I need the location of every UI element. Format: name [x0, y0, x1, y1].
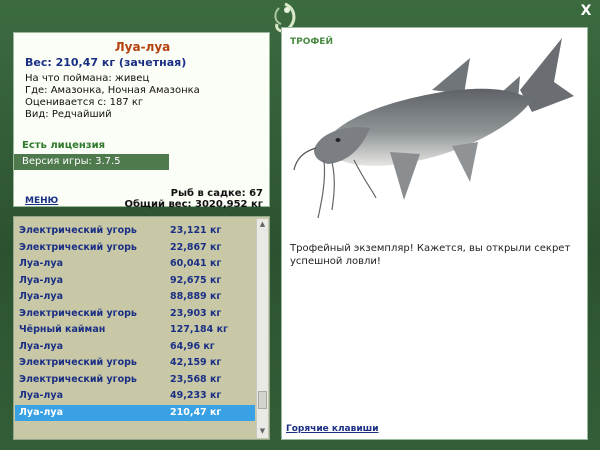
catfish-image: [293, 38, 574, 219]
fish-info-panel: Луа-луа Вес: 210,47 кг (зачетная) На что…: [13, 32, 270, 210]
list-item-weight: 92,675 кг: [170, 274, 222, 286]
list-item-weight: 23,903 кг: [170, 307, 222, 319]
list-item-weight: 60,041 кг: [170, 258, 222, 269]
list-item-fish-name: Луа-луа: [19, 406, 63, 418]
list-item-fish-name: Луа-луа: [19, 291, 63, 302]
list-item-weight: 127,184 кг: [170, 324, 228, 335]
scrollbar[interactable]: ▲ ▼: [256, 219, 268, 438]
list-item[interactable]: Электрический угорь 22,867 кг: [15, 240, 255, 257]
catch-list-panel: Электрический угорь 23,121 кг Электрически…: [13, 216, 270, 440]
list-item[interactable]: Луа-луа 64,96 кг: [15, 339, 255, 356]
fish-weight: Вес: 210,47 кг (зачетная): [25, 56, 187, 69]
list-item-weight: 88,889 кг: [170, 291, 222, 302]
hotkeys-link[interactable]: Горячие клавиши: [286, 424, 379, 434]
list-item-weight: 42,159 кг: [170, 357, 222, 368]
list-item-fish-name: Луа-луа: [19, 274, 63, 286]
list-item[interactable]: Электрический угорь 23,121 кг: [15, 223, 255, 240]
list-item-weight: 23,568 кг: [170, 373, 222, 385]
list-item-weight: 64,96 кг: [170, 340, 215, 352]
total-weight: Общий вес: 3020,952 кг: [124, 199, 263, 210]
list-item-fish-name: Луа-луа: [19, 390, 63, 401]
list-item-fish-name: Электрический угорь: [19, 225, 137, 236]
list-item-fish-name: Электрический угорь: [19, 241, 137, 253]
close-button[interactable]: X: [578, 3, 594, 19]
list-item[interactable]: Луа-луа 210,47 кг: [15, 404, 255, 421]
value-line: Оценивается с: 187 кг: [25, 97, 144, 108]
trophy-message: Трофейный экземпляр! Кажется, вы открыли…: [290, 243, 571, 267]
kind-line: Вид: Редчайший: [25, 109, 112, 120]
location-line: Где: Амазонка, Ночная Амазонка: [25, 85, 200, 96]
license-status: Есть лицензия: [22, 140, 106, 151]
list-item-fish-name: Чёрный кайман: [19, 324, 106, 335]
list-item-fish-name: Электрический угорь: [19, 373, 137, 385]
trophy-panel: ТРОФЕЙ Трофейный экземпляр! Кажется, вы …: [281, 27, 588, 440]
list-item[interactable]: Электрический угорь 23,903 кг: [15, 306, 255, 323]
list-item[interactable]: Луа-луа 49,233 кг: [15, 388, 255, 405]
list-item[interactable]: Луа-луа 88,889 кг: [15, 289, 255, 306]
list-item[interactable]: Луа-луа 60,041 кг: [15, 256, 255, 273]
list-item-fish-name: Луа-луа: [19, 340, 63, 352]
list-item[interactable]: Электрический угорь 23,568 кг: [15, 372, 255, 389]
list-item-weight: 22,867 кг: [170, 241, 222, 253]
list-item-fish-name: Луа-луа: [19, 258, 63, 269]
list-item-weight: 210,47 кг: [170, 406, 222, 418]
list-item[interactable]: Электрический угорь 42,159 кг: [15, 355, 255, 372]
version-bar: Версия игры: 3.7.5: [14, 154, 169, 170]
list-item-weight: 23,121 кг: [170, 225, 222, 236]
menu-button[interactable]: МЕНЮ: [25, 196, 58, 206]
bait-line: На что поймана: живец: [25, 73, 150, 84]
scroll-up-arrow-icon[interactable]: ▲: [257, 219, 268, 230]
list-item[interactable]: Чёрный кайман 127,184 кг: [15, 322, 255, 339]
list-item[interactable]: Луа-луа 92,675 кг: [15, 273, 255, 290]
scroll-thumb[interactable]: [258, 391, 267, 409]
list-item-fish-name: Электрический угорь: [19, 307, 137, 319]
fish-count: Рыб в садке: 67: [170, 188, 263, 199]
catch-list: Электрический угорь 23,121 кг Электрически…: [15, 223, 255, 421]
list-item-weight: 49,233 кг: [170, 390, 222, 401]
fish-name: Луа-луа: [114, 40, 171, 54]
scroll-down-arrow-icon[interactable]: ▼: [257, 426, 268, 437]
list-item-fish-name: Электрический угорь: [19, 357, 137, 368]
